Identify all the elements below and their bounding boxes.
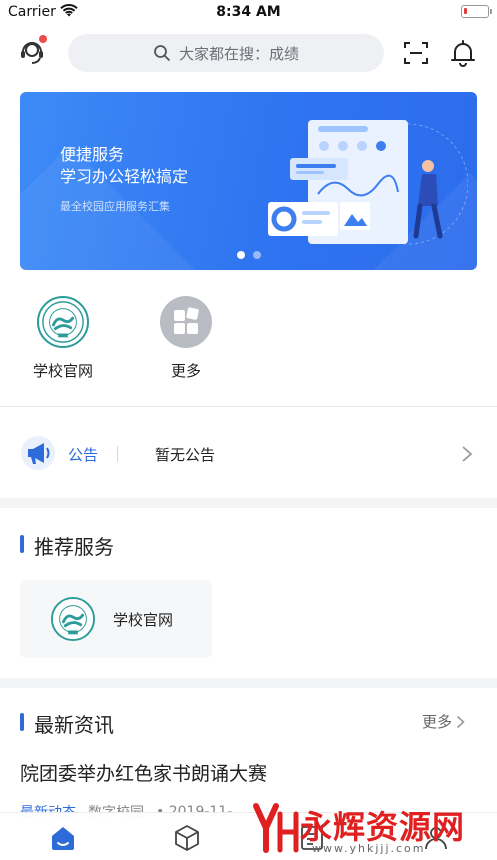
chevron-right-icon	[462, 446, 473, 462]
banner-headline: 便捷服务	[60, 145, 125, 164]
divider	[0, 406, 497, 407]
app-more[interactable]: 更多	[146, 296, 226, 381]
notice-tag: 公告	[68, 446, 99, 464]
watermark-logo-icon	[253, 803, 299, 853]
school-logo-icon	[50, 596, 96, 642]
pager-dot[interactable]	[252, 251, 261, 259]
section-gap	[0, 498, 497, 508]
search-placeholder: 大家都在搜：成绩	[178, 44, 299, 63]
clock: 8:34 AM	[216, 4, 281, 20]
battery-icon	[461, 5, 492, 18]
header: 大家都在搜：成绩	[0, 30, 497, 78]
status-bar: Carrier 8:34 AM	[0, 0, 497, 26]
recommend-card-label: 学校官网	[113, 611, 174, 629]
recommend-card-school-website[interactable]: 学校官网	[20, 580, 212, 658]
notification-dot	[39, 35, 47, 43]
home-icon[interactable]	[48, 823, 78, 853]
pager-dot-active[interactable]	[236, 251, 245, 259]
promo-banner[interactable]: 便捷服务 学习办公轻松搞定 最全校园应用服务汇集	[20, 92, 477, 270]
news-section-title: 最新资讯	[20, 709, 114, 738]
recommend-section-title: 推荐服务	[20, 531, 114, 560]
cube-icon[interactable]	[172, 823, 202, 853]
search-input[interactable]: 大家都在搜：成绩	[68, 34, 384, 72]
banner-headline-2: 学习办公轻松搞定	[60, 167, 189, 186]
news-more-link[interactable]: 更多	[422, 711, 465, 732]
banner-pager	[20, 251, 477, 259]
banner-subtitle: 最全校园应用服务汇集	[60, 200, 170, 213]
scan-icon[interactable]	[402, 39, 430, 67]
app-label: 学校官网	[32, 362, 93, 380]
news-item-title[interactable]: 院团委举办红色家书朗诵大赛	[20, 759, 267, 786]
watermark-url: www.yhkjjj.com	[312, 842, 426, 855]
app-school-website[interactable]: 学校官网	[23, 296, 103, 381]
divider	[117, 446, 118, 462]
more-label: 更多	[422, 713, 453, 731]
section-gap	[0, 678, 497, 688]
grid-icon	[160, 296, 212, 348]
notice-bar[interactable]: 公告 暂无公告	[0, 408, 497, 498]
search-icon	[154, 45, 170, 61]
chevron-right-icon	[456, 715, 465, 728]
dashboard-illustration-icon	[268, 120, 468, 245]
school-logo-icon	[37, 296, 89, 348]
megaphone-icon	[21, 436, 55, 470]
app-label: 更多	[170, 362, 201, 380]
notice-text: 暂无公告	[155, 446, 216, 464]
bell-icon[interactable]	[449, 38, 477, 68]
watermark: 永辉资源网 www.yhkjjj.com	[250, 800, 490, 860]
